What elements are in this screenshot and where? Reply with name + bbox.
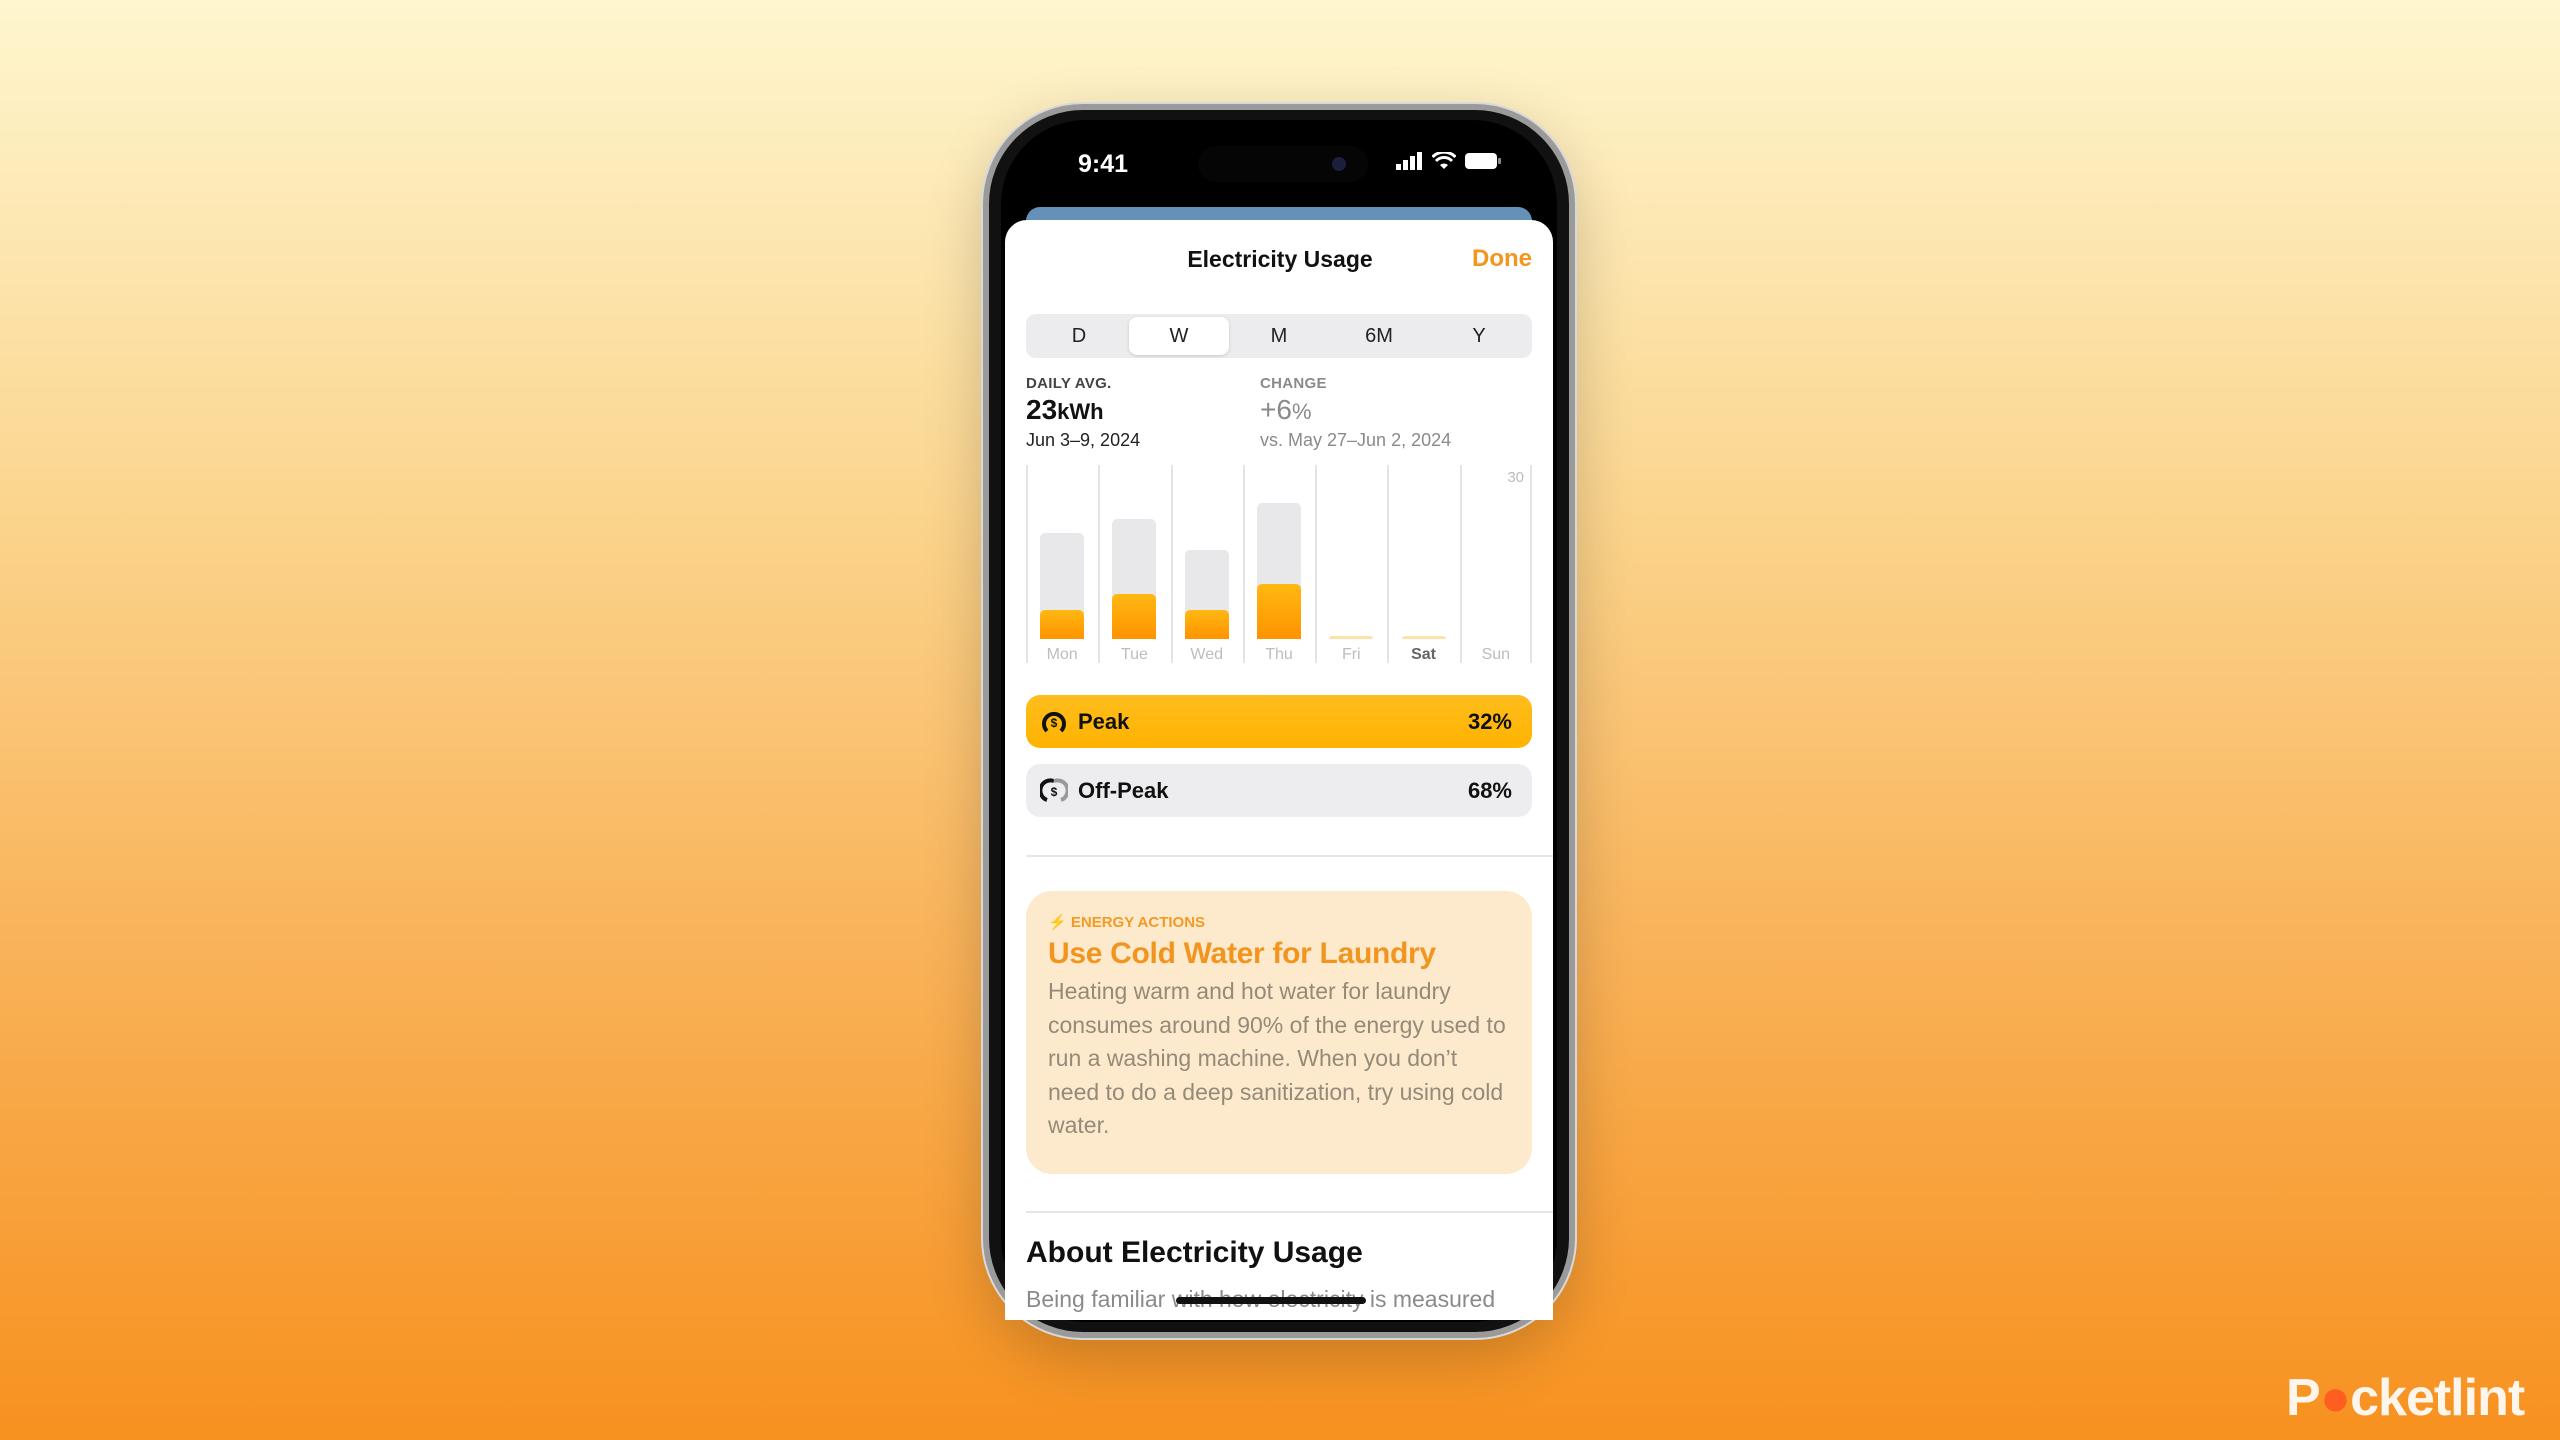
card-tag: ⚡ ENERGY ACTIONS [1048, 913, 1510, 931]
compare-range: vs. May 27–Jun 2, 2024 [1260, 430, 1452, 450]
date-range: Jun 3–9, 2024 [1026, 430, 1141, 450]
bar-peak-wed[interactable] [1184, 610, 1229, 639]
gridline [1315, 465, 1318, 663]
change-value: +6% [1260, 394, 1312, 426]
card-body: Heating warm and hot water for laundry c… [1048, 978, 1506, 1138]
status-time: 9:41 [1078, 150, 1129, 178]
offpeak-label: Off-Peak [1078, 777, 1169, 803]
battery-icon [1465, 153, 1501, 169]
y-tick-30: 30 [1507, 469, 1524, 486]
gridline [1242, 465, 1245, 663]
about-heading: About Electricity Usage [1026, 1236, 1363, 1269]
pocketlint-logo: P●cketlint [2286, 1369, 2525, 1427]
bar-peak-sat[interactable] [1401, 636, 1446, 639]
bar-peak-thu[interactable] [1257, 584, 1301, 639]
peak-row[interactable]: $ Peak 32% [1026, 695, 1532, 748]
x-label-wed: Wed [1190, 646, 1223, 663]
x-label-sun: Sun [1481, 646, 1511, 663]
sheet-title: Electricity Usage [1187, 246, 1373, 272]
divider [1026, 855, 1553, 857]
cellular-signal-icon [1396, 152, 1422, 170]
usage-bar-chart: 30 Mon Tue Wed Thu Fri Sat Sun [1026, 465, 1532, 665]
divider [1026, 1211, 1553, 1213]
gridline [1387, 465, 1390, 663]
peak-value: 32% [1467, 708, 1512, 734]
bolt-icon: ⚡ [1048, 914, 1067, 931]
done-button[interactable]: Done [1460, 245, 1532, 273]
change-label: CHANGE [1260, 375, 1327, 392]
daily-avg-unit: kWh [1057, 399, 1104, 424]
daily-avg-value: 23kWh [1026, 394, 1104, 426]
gridline [1098, 465, 1101, 663]
x-label-mon: Mon [1046, 646, 1078, 663]
segment-d[interactable]: D [1029, 317, 1129, 355]
bar-peak-mon[interactable] [1040, 610, 1085, 639]
gridline [1530, 465, 1532, 663]
offpeak-value: 68% [1467, 777, 1512, 803]
change-unit: % [1291, 399, 1312, 424]
period-segmented-control: D W M 6M Y [1026, 314, 1532, 358]
daily-avg-number: 23 [1026, 394, 1058, 425]
segment-w[interactable]: W [1129, 317, 1229, 355]
peak-dollar-gauge-icon: $ [1042, 711, 1066, 732]
camera [1332, 157, 1346, 171]
card-title: Use Cold Water for Laundry [1048, 937, 1436, 970]
segment-6m[interactable]: 6M [1329, 317, 1429, 355]
gridline [1170, 465, 1173, 663]
energy-action-card[interactable]: ⚡ ENERGY ACTIONS Use Cold Water for Laun… [1026, 891, 1532, 1174]
segment-m[interactable]: M [1229, 317, 1329, 355]
wifi-icon [1432, 152, 1456, 169]
status-icons [1396, 152, 1502, 170]
offpeak-row[interactable]: $ Off-Peak 68% [1026, 764, 1532, 817]
svg-text:$: $ [1051, 716, 1058, 730]
peak-label: Peak [1078, 708, 1130, 734]
bar-peak-tue[interactable] [1112, 594, 1157, 639]
x-label-thu: Thu [1265, 646, 1293, 663]
gridline [1026, 465, 1028, 663]
segment-y[interactable]: Y [1429, 317, 1529, 355]
bar-peak-fri[interactable] [1329, 636, 1374, 639]
daily-avg-label: DAILY AVG. [1026, 375, 1112, 392]
card-tag-label: ENERGY ACTIONS [1070, 914, 1206, 931]
x-label-fri: Fri [1341, 646, 1361, 663]
svg-text:$: $ [1051, 785, 1058, 799]
home-indicator[interactable] [1176, 1297, 1366, 1304]
x-label-tue: Tue [1120, 646, 1148, 663]
change-number: +6 [1260, 394, 1292, 425]
offpeak-dollar-gauge-icon: $ [1040, 777, 1068, 802]
x-label-sat: Sat [1411, 646, 1437, 663]
gridline [1459, 465, 1462, 663]
